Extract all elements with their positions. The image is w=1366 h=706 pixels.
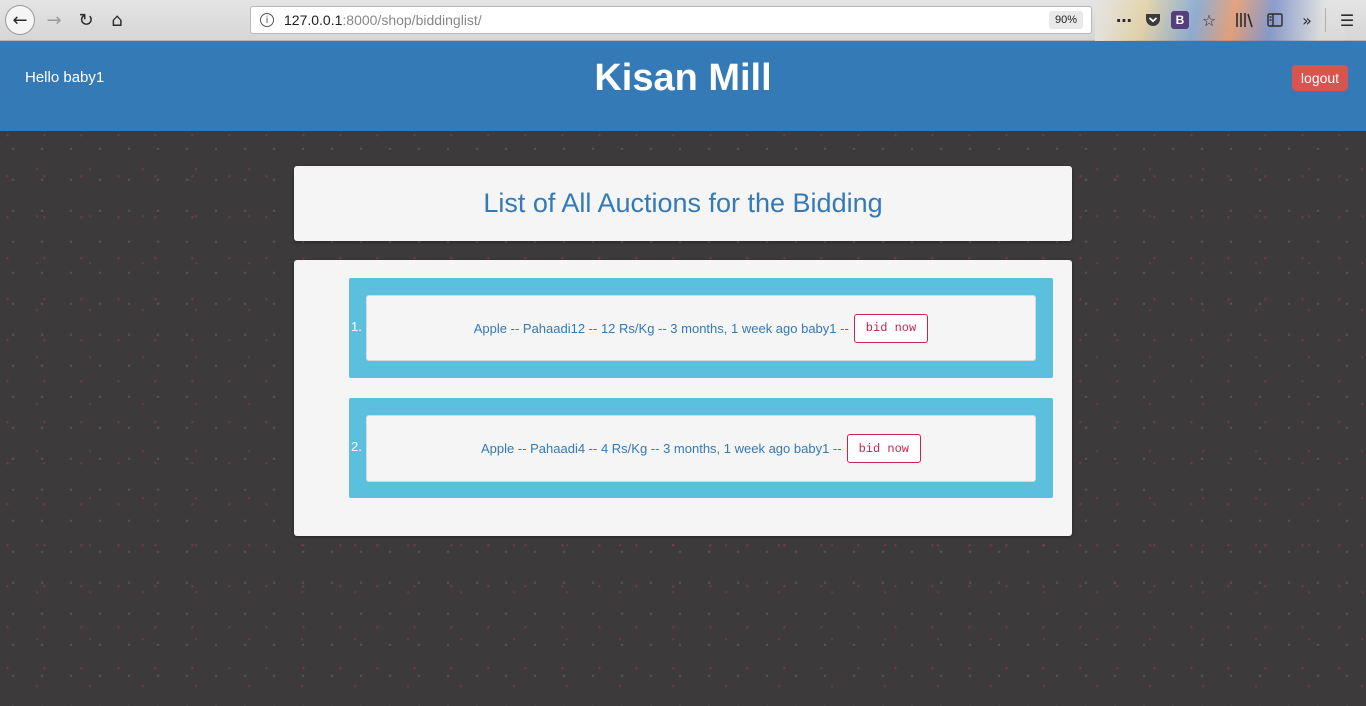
page-title-panel: List of All Auctions for the Bidding [294,166,1072,241]
bid-now-button[interactable]: bid now [846,434,921,463]
bootstrap-extension-icon[interactable]: B [1171,11,1189,29]
page-title: List of All Auctions for the Bidding [483,188,883,218]
bookmark-star-icon[interactable]: ☆ [1198,9,1220,31]
auction-card: Apple -- Pahaadi12 -- 12 Rs/Kg -- 3 mont… [366,295,1036,361]
bid-now-button[interactable]: bid now [853,313,929,343]
auction-card: Apple -- Pahaadi4 -- 4 Rs/Kg -- 3 months… [366,415,1036,482]
info-icon[interactable]: i [260,13,274,27]
auction-details: Apple -- Pahaadi4 -- 4 Rs/Kg -- 3 months… [481,441,842,456]
browser-toolbar: ← → ↻ ⌂ i 127.0.0.1:8000/shop/biddinglis… [0,0,1366,41]
home-icon[interactable]: ⌂ [103,6,131,34]
logout-button[interactable]: logout [1292,65,1348,91]
back-arrow-icon[interactable]: ← [5,5,35,35]
auction-details: Apple -- Pahaadi12 -- 12 Rs/Kg -- 3 mont… [473,320,849,336]
overflow-chevron-icon[interactable]: » [1296,9,1318,31]
auction-list: 1. Apple -- Pahaadi12 -- 12 Rs/Kg -- 3 m… [294,260,1072,536]
list-item: 2. Apple -- Pahaadi4 -- 4 Rs/Kg -- 3 mon… [349,398,1053,498]
zoom-level[interactable]: 90% [1048,11,1083,29]
url-text: 127.0.0.1:8000/shop/biddinglist/ [284,12,482,28]
forward-arrow-icon[interactable]: → [40,6,68,34]
list-item: 1. Apple -- Pahaadi12 -- 12 Rs/Kg -- 3 m… [349,278,1053,378]
sidebar-icon[interactable] [1264,9,1286,31]
page-actions-icon[interactable]: ⋯ [1112,9,1136,31]
list-item-number: 2. [351,439,362,454]
reload-icon[interactable]: ↻ [72,6,100,34]
toolbar-divider [1325,8,1326,32]
site-header: Hello baby1 Kisan Mill logout [0,41,1366,131]
library-icon[interactable] [1233,9,1255,31]
pocket-icon[interactable] [1142,9,1164,31]
hamburger-menu-icon[interactable]: ☰ [1336,9,1358,31]
address-bar[interactable]: i 127.0.0.1:8000/shop/biddinglist/ 90% [250,6,1092,34]
list-item-number: 1. [351,319,362,334]
site-title: Kisan Mill [594,57,772,99]
